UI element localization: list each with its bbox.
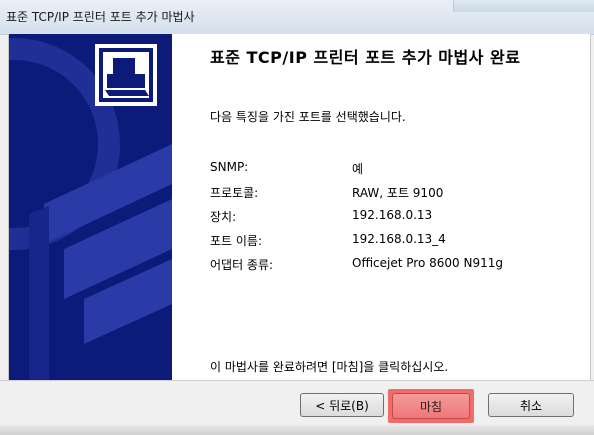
printer-banner-icon xyxy=(9,38,172,380)
property-value: RAW, 포트 9100 xyxy=(352,186,444,200)
property-value: Officejet Pro 8600 N911g xyxy=(352,256,503,270)
summary-description: 다음 특징을 가진 포트를 선택했습니다. xyxy=(210,110,406,124)
property-value: 192.168.0.13 xyxy=(352,208,433,222)
finish-instruction: 이 마법사를 완료하려면 [마침]을 클릭하십시오. xyxy=(210,360,449,374)
window-title: 표준 TCP/IP 프린터 포트 추가 마법사 xyxy=(6,10,195,24)
property-label: SNMP: xyxy=(210,160,249,174)
wizard-body: 표준 TCP/IP 프린터 포트 추가 마법사 완료 다음 특징을 가진 포트를… xyxy=(8,34,591,380)
wizard-content: 표준 TCP/IP 프린터 포트 추가 마법사 완료 다음 특징을 가진 포트를… xyxy=(172,34,590,380)
page-title: 표준 TCP/IP 프린터 포트 추가 마법사 완료 xyxy=(210,48,521,67)
finish-button-highlight: 마침 xyxy=(388,389,474,423)
finish-button[interactable]: 마침 xyxy=(392,393,470,419)
back-button[interactable]: < 뒤로(B) xyxy=(300,393,384,417)
title-bar-edge xyxy=(453,0,594,12)
taskbar-strip xyxy=(0,425,594,435)
title-bar: 표준 TCP/IP 프린터 포트 추가 마법사 xyxy=(0,0,594,35)
property-value: 예 xyxy=(352,162,364,176)
wizard-window: 표준 TCP/IP 프린터 포트 추가 마법사 표준 TCP/IP 프린터 포트… xyxy=(0,0,594,435)
wizard-banner xyxy=(9,34,172,380)
button-area-divider xyxy=(0,380,594,383)
property-value: 192.168.0.13_4 xyxy=(352,232,446,246)
cancel-button[interactable]: 취소 xyxy=(488,393,574,417)
property-label: 포트 이름: xyxy=(210,234,263,248)
property-label: 프로토콜: xyxy=(210,186,259,200)
property-label: 어댑터 종류: xyxy=(210,258,274,272)
property-label: 장치: xyxy=(210,210,237,224)
